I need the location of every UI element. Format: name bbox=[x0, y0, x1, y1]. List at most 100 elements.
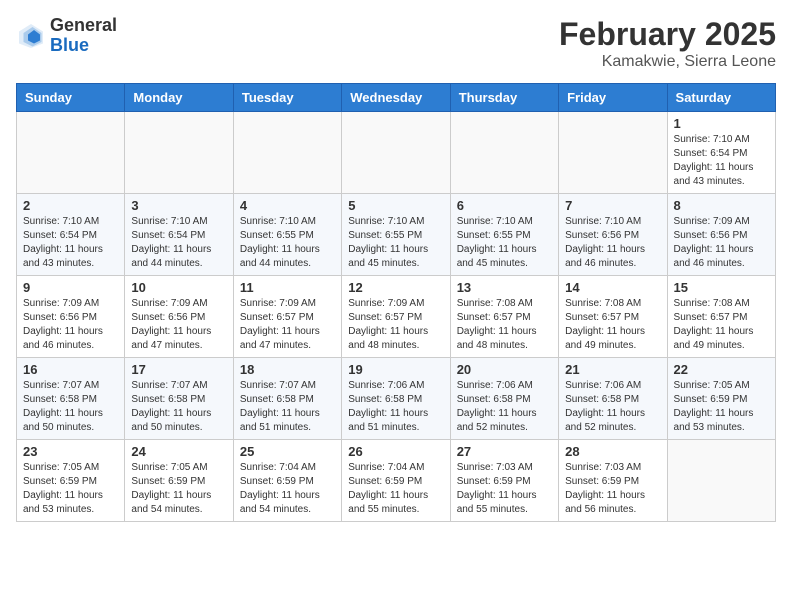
day-number: 14 bbox=[565, 280, 660, 295]
day-info: Sunrise: 7:03 AM Sunset: 6:59 PM Dayligh… bbox=[457, 461, 552, 517]
day-number: 8 bbox=[674, 198, 769, 213]
weekday-header-row: SundayMondayTuesdayWednesdayThursdayFrid… bbox=[17, 84, 776, 112]
weekday-header: Monday bbox=[125, 84, 233, 112]
day-info: Sunrise: 7:04 AM Sunset: 6:59 PM Dayligh… bbox=[240, 461, 335, 517]
calendar-cell bbox=[342, 112, 450, 194]
weekday-header: Thursday bbox=[450, 84, 558, 112]
day-info: Sunrise: 7:08 AM Sunset: 6:57 PM Dayligh… bbox=[457, 297, 552, 353]
day-number: 27 bbox=[457, 444, 552, 459]
calendar-cell: 10Sunrise: 7:09 AM Sunset: 6:56 PM Dayli… bbox=[125, 276, 233, 358]
calendar-cell bbox=[667, 440, 775, 522]
calendar: SundayMondayTuesdayWednesdayThursdayFrid… bbox=[16, 83, 776, 522]
calendar-cell bbox=[450, 112, 558, 194]
day-info: Sunrise: 7:08 AM Sunset: 6:57 PM Dayligh… bbox=[565, 297, 660, 353]
calendar-cell: 24 Sunrise: 7:05 AM Sunset: 6:59 PM Dayli… bbox=[125, 440, 233, 522]
day-number: 28 bbox=[565, 444, 660, 459]
calendar-cell: 16Sunrise: 7:07 AM Sunset: 6:58 PM Dayli… bbox=[17, 358, 125, 440]
logo-blue: Blue bbox=[50, 36, 117, 56]
day-number: 24 bbox=[131, 444, 226, 459]
calendar-cell: 14 Sunrise: 7:08 AM Sunset: 6:57 PM Dayli… bbox=[559, 276, 667, 358]
day-number: 16 bbox=[23, 362, 118, 377]
calendar-cell: 5Sunrise: 7:10 AM Sunset: 6:55 PM Daylig… bbox=[342, 194, 450, 276]
calendar-week-row: 9Sunrise: 7:09 AM Sunset: 6:56 PM Daylig… bbox=[17, 276, 776, 358]
day-info: Sunrise: 7:05 AM Sunset: 6:59 PM Dayligh… bbox=[23, 461, 118, 517]
day-number: 11 bbox=[240, 280, 335, 295]
day-info: Sunrise: 7:05 AM Sunset: 6:59 PM Dayligh… bbox=[674, 379, 769, 435]
calendar-cell: 4 Sunrise: 7:10 AM Sunset: 6:55 PM Daylig… bbox=[233, 194, 341, 276]
day-info: Sunrise: 7:06 AM Sunset: 6:58 PM Dayligh… bbox=[348, 379, 443, 435]
calendar-week-row: 23 Sunrise: 7:05 AM Sunset: 6:59 PM Dayli… bbox=[17, 440, 776, 522]
day-number: 25 bbox=[240, 444, 335, 459]
calendar-cell: 13Sunrise: 7:08 AM Sunset: 6:57 PM Dayli… bbox=[450, 276, 558, 358]
title-block: February 2025 Kamakwie, Sierra Leone bbox=[559, 16, 776, 71]
calendar-week-row: 2 Sunrise: 7:10 AM Sunset: 6:54 PM Daylig… bbox=[17, 194, 776, 276]
day-info: Sunrise: 7:06 AM Sunset: 6:58 PM Dayligh… bbox=[565, 379, 660, 435]
day-number: 12 bbox=[348, 280, 443, 295]
logo-icon bbox=[16, 21, 46, 51]
day-number: 17 bbox=[131, 362, 226, 377]
calendar-cell: 17 Sunrise: 7:07 AM Sunset: 6:58 PM Dayli… bbox=[125, 358, 233, 440]
calendar-cell: 23 Sunrise: 7:05 AM Sunset: 6:59 PM Dayli… bbox=[17, 440, 125, 522]
day-number: 26 bbox=[348, 444, 443, 459]
day-info: Sunrise: 7:10 AM Sunset: 6:55 PM Dayligh… bbox=[240, 215, 335, 271]
day-number: 15 bbox=[674, 280, 769, 295]
weekday-header: Wednesday bbox=[342, 84, 450, 112]
day-number: 10 bbox=[131, 280, 226, 295]
day-info: Sunrise: 7:08 AM Sunset: 6:57 PM Dayligh… bbox=[674, 297, 769, 353]
calendar-cell: 3 Sunrise: 7:10 AM Sunset: 6:54 PM Daylig… bbox=[125, 194, 233, 276]
calendar-cell: 21 Sunrise: 7:06 AM Sunset: 6:58 PM Dayli… bbox=[559, 358, 667, 440]
day-info: Sunrise: 7:06 AM Sunset: 6:58 PM Dayligh… bbox=[457, 379, 552, 435]
day-number: 19 bbox=[348, 362, 443, 377]
day-number: 22 bbox=[674, 362, 769, 377]
day-number: 4 bbox=[240, 198, 335, 213]
day-info: Sunrise: 7:03 AM Sunset: 6:59 PM Dayligh… bbox=[565, 461, 660, 517]
logo-text: General Blue bbox=[50, 16, 117, 56]
calendar-cell bbox=[125, 112, 233, 194]
calendar-cell bbox=[17, 112, 125, 194]
calendar-cell: 15 Sunrise: 7:08 AM Sunset: 6:57 PM Dayli… bbox=[667, 276, 775, 358]
day-number: 3 bbox=[131, 198, 226, 213]
day-info: Sunrise: 7:10 AM Sunset: 6:54 PM Dayligh… bbox=[674, 133, 769, 189]
weekday-header: Friday bbox=[559, 84, 667, 112]
day-number: 21 bbox=[565, 362, 660, 377]
day-info: Sunrise: 7:10 AM Sunset: 6:55 PM Dayligh… bbox=[457, 215, 552, 271]
day-info: Sunrise: 7:09 AM Sunset: 6:56 PM Dayligh… bbox=[23, 297, 118, 353]
day-number: 23 bbox=[23, 444, 118, 459]
calendar-cell: 1 Sunrise: 7:10 AM Sunset: 6:54 PM Daylig… bbox=[667, 112, 775, 194]
location: Kamakwie, Sierra Leone bbox=[559, 53, 776, 71]
day-number: 2 bbox=[23, 198, 118, 213]
calendar-cell: 6Sunrise: 7:10 AM Sunset: 6:55 PM Daylig… bbox=[450, 194, 558, 276]
month-title: February 2025 bbox=[559, 16, 776, 53]
day-info: Sunrise: 7:10 AM Sunset: 6:54 PM Dayligh… bbox=[131, 215, 226, 271]
logo: General Blue bbox=[16, 16, 117, 56]
day-info: Sunrise: 7:10 AM Sunset: 6:54 PM Dayligh… bbox=[23, 215, 118, 271]
calendar-cell: 20 Sunrise: 7:06 AM Sunset: 6:58 PM Dayli… bbox=[450, 358, 558, 440]
day-info: Sunrise: 7:09 AM Sunset: 6:56 PM Dayligh… bbox=[674, 215, 769, 271]
calendar-cell: 12Sunrise: 7:09 AM Sunset: 6:57 PM Dayli… bbox=[342, 276, 450, 358]
calendar-cell: 18Sunrise: 7:07 AM Sunset: 6:58 PM Dayli… bbox=[233, 358, 341, 440]
weekday-header: Saturday bbox=[667, 84, 775, 112]
page-header: General Blue February 2025 Kamakwie, Sie… bbox=[16, 16, 776, 71]
weekday-header: Sunday bbox=[17, 84, 125, 112]
day-number: 18 bbox=[240, 362, 335, 377]
calendar-cell: 11 Sunrise: 7:09 AM Sunset: 6:57 PM Dayli… bbox=[233, 276, 341, 358]
day-info: Sunrise: 7:07 AM Sunset: 6:58 PM Dayligh… bbox=[131, 379, 226, 435]
day-info: Sunrise: 7:10 AM Sunset: 6:56 PM Dayligh… bbox=[565, 215, 660, 271]
logo-general: General bbox=[50, 16, 117, 36]
weekday-header: Tuesday bbox=[233, 84, 341, 112]
day-info: Sunrise: 7:05 AM Sunset: 6:59 PM Dayligh… bbox=[131, 461, 226, 517]
calendar-cell bbox=[559, 112, 667, 194]
calendar-week-row: 16 Sunrise: 7:07 AM Sunset: 6:58 PM Dayli… bbox=[17, 358, 776, 440]
calendar-cell: 9Sunrise: 7:09 AM Sunset: 6:56 PM Daylig… bbox=[17, 276, 125, 358]
day-info: Sunrise: 7:09 AM Sunset: 6:57 PM Dayligh… bbox=[240, 297, 335, 353]
day-info: Sunrise: 7:10 AM Sunset: 6:55 PM Dayligh… bbox=[348, 215, 443, 271]
calendar-cell: 25 Sunrise: 7:04 AM Sunset: 6:59 PM Dayli… bbox=[233, 440, 341, 522]
day-number: 1 bbox=[674, 116, 769, 131]
day-number: 7 bbox=[565, 198, 660, 213]
calendar-cell: 19 Sunrise: 7:06 AM Sunset: 6:58 PM Dayli… bbox=[342, 358, 450, 440]
calendar-cell: 22 Sunrise: 7:05 AM Sunset: 6:59 PM Dayli… bbox=[667, 358, 775, 440]
calendar-cell: 7 Sunrise: 7:10 AM Sunset: 6:56 PM Daylig… bbox=[559, 194, 667, 276]
calendar-cell: 2 Sunrise: 7:10 AM Sunset: 6:54 PM Daylig… bbox=[17, 194, 125, 276]
day-number: 20 bbox=[457, 362, 552, 377]
calendar-cell: 8 Sunrise: 7:09 AM Sunset: 6:56 PM Daylig… bbox=[667, 194, 775, 276]
